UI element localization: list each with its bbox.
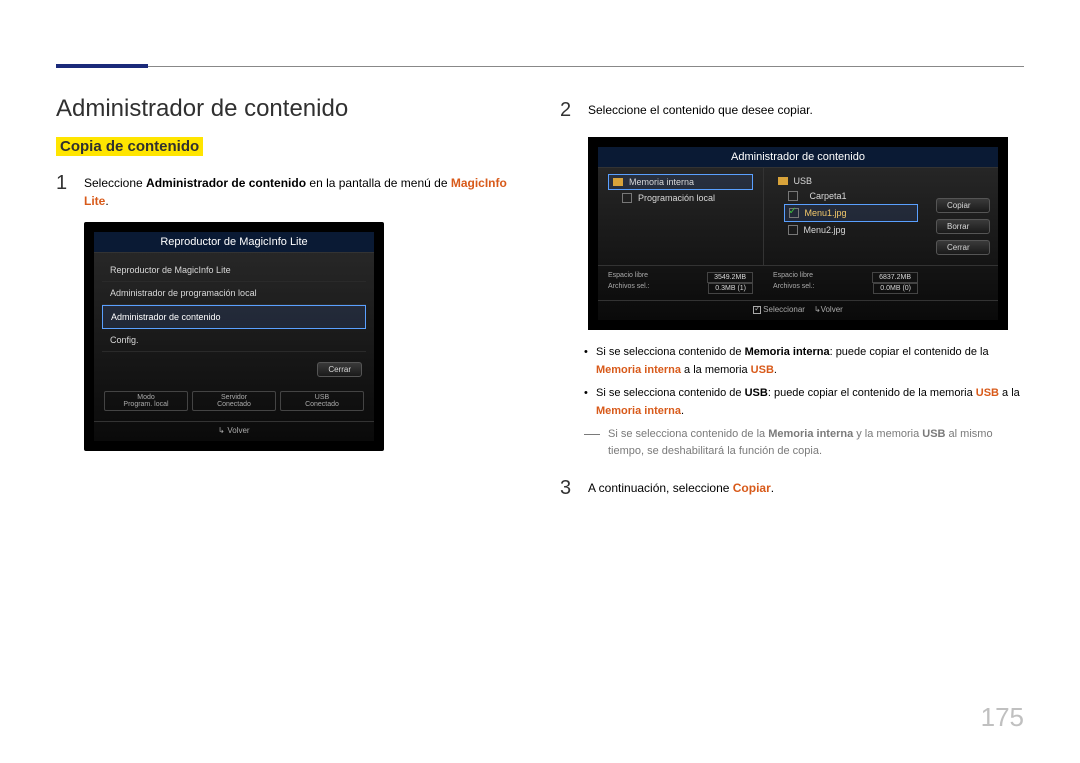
delete-button[interactable]: Borrar bbox=[936, 219, 990, 234]
return-icon: ↲ bbox=[218, 426, 225, 435]
info-cell: ServidorConectado bbox=[192, 391, 276, 411]
shot1-menu: Reproductor de MagicInfo Lite Administra… bbox=[94, 253, 374, 358]
folder-icon bbox=[778, 177, 788, 185]
menu-item[interactable]: Administrador de programación local bbox=[102, 282, 366, 305]
list-item[interactable]: Menu2.jpg bbox=[784, 222, 919, 238]
step-text: A continuación, seleccione Copiar. bbox=[588, 473, 774, 503]
stats-right: Espacio libre6837.2MB Archivos sel.:0.0M… bbox=[763, 266, 928, 300]
step-number: 1 bbox=[56, 168, 70, 210]
left-column: Administrador de contenido Copia de cont… bbox=[56, 95, 520, 515]
screenshot-content-manager: Administrador de contenido Memoria inter… bbox=[588, 137, 1008, 330]
panel-usb: USB Carpeta1 Menu1.jpg Menu2.jpg bbox=[763, 168, 929, 265]
list-item[interactable]: Carpeta1 bbox=[784, 188, 919, 204]
bullet-item: Si se selecciona contenido de USB: puede… bbox=[584, 385, 1024, 420]
back-label: Volver bbox=[227, 426, 249, 435]
info-cell: ModoProgram. local bbox=[104, 391, 188, 411]
shot1-info-grid: ModoProgram. local ServidorConectado USB… bbox=[94, 385, 374, 421]
step-text: Seleccione Administrador de contenido en… bbox=[84, 168, 520, 210]
checkbox-icon[interactable] bbox=[788, 191, 798, 201]
stats-left: Espacio libre3549.2MB Archivos sel.:0.3M… bbox=[598, 266, 763, 300]
menu-item-active[interactable]: Administrador de contenido bbox=[102, 305, 366, 329]
heading: Administrador de contenido bbox=[56, 95, 520, 123]
checkbox-icon[interactable] bbox=[622, 193, 632, 203]
menu-item[interactable]: Reproductor de MagicInfo Lite bbox=[102, 259, 366, 282]
list-item-selected[interactable]: Menu1.jpg bbox=[784, 204, 919, 222]
step-text: Seleccione el contenido que desee copiar… bbox=[588, 95, 813, 125]
shot1-title: Reproductor de MagicInfo Lite bbox=[94, 232, 374, 253]
subheading: Copia de contenido bbox=[56, 137, 203, 156]
menu-item[interactable]: Config. bbox=[102, 329, 366, 352]
side-buttons: Copiar Borrar Cerrar bbox=[928, 168, 998, 265]
step-1: 1 Seleccione Administrador de contenido … bbox=[56, 168, 520, 210]
bullet-list: Si se selecciona contenido de Memoria in… bbox=[560, 344, 1024, 420]
tab-usb[interactable]: USB bbox=[774, 174, 919, 188]
tab-internal[interactable]: Memoria interna bbox=[608, 174, 753, 190]
note-dash-icon bbox=[584, 434, 600, 435]
right-column: 2 Seleccione el contenido que desee copi… bbox=[560, 95, 1024, 515]
page-body: Administrador de contenido Copia de cont… bbox=[56, 95, 1024, 515]
copy-button[interactable]: Copiar bbox=[936, 198, 990, 213]
note: Si se selecciona contenido de la Memoria… bbox=[560, 426, 1024, 459]
folder-icon bbox=[613, 178, 623, 186]
step-number: 3 bbox=[560, 473, 574, 503]
shot2-stats: Espacio libre3549.2MB Archivos sel.:0.3M… bbox=[598, 265, 998, 300]
shot2-footer: Seleccionar ↲Volver bbox=[598, 300, 998, 320]
select-icon bbox=[753, 306, 761, 314]
shot2-title: Administrador de contenido bbox=[598, 147, 998, 168]
note-text: Si se selecciona contenido de la Memoria… bbox=[608, 426, 1024, 459]
rule-top bbox=[56, 66, 1024, 67]
page-number: 175 bbox=[981, 702, 1024, 733]
shot1-button-row: Cerrar bbox=[94, 358, 374, 385]
checkbox-icon[interactable] bbox=[788, 225, 798, 235]
return-icon: ↲ bbox=[814, 305, 821, 314]
step-3: 3 A continuación, seleccione Copiar. bbox=[560, 473, 1024, 503]
rule-accent bbox=[56, 64, 148, 68]
shot2-panels: Memoria interna Programación local USB C… bbox=[598, 168, 998, 265]
shot1-footer: ↲ Volver bbox=[94, 421, 374, 441]
list-item[interactable]: Programación local bbox=[618, 190, 753, 206]
step-2: 2 Seleccione el contenido que desee copi… bbox=[560, 95, 1024, 125]
info-cell: USBConectado bbox=[280, 391, 364, 411]
close-button[interactable]: Cerrar bbox=[936, 240, 990, 255]
step-number: 2 bbox=[560, 95, 574, 125]
panel-internal: Memoria interna Programación local bbox=[598, 168, 763, 265]
close-button[interactable]: Cerrar bbox=[317, 362, 362, 377]
screenshot-player-menu: Reproductor de MagicInfo Lite Reproducto… bbox=[84, 222, 384, 451]
bullet-item: Si se selecciona contenido de Memoria in… bbox=[584, 344, 1024, 379]
checkbox-checked-icon[interactable] bbox=[789, 208, 799, 218]
